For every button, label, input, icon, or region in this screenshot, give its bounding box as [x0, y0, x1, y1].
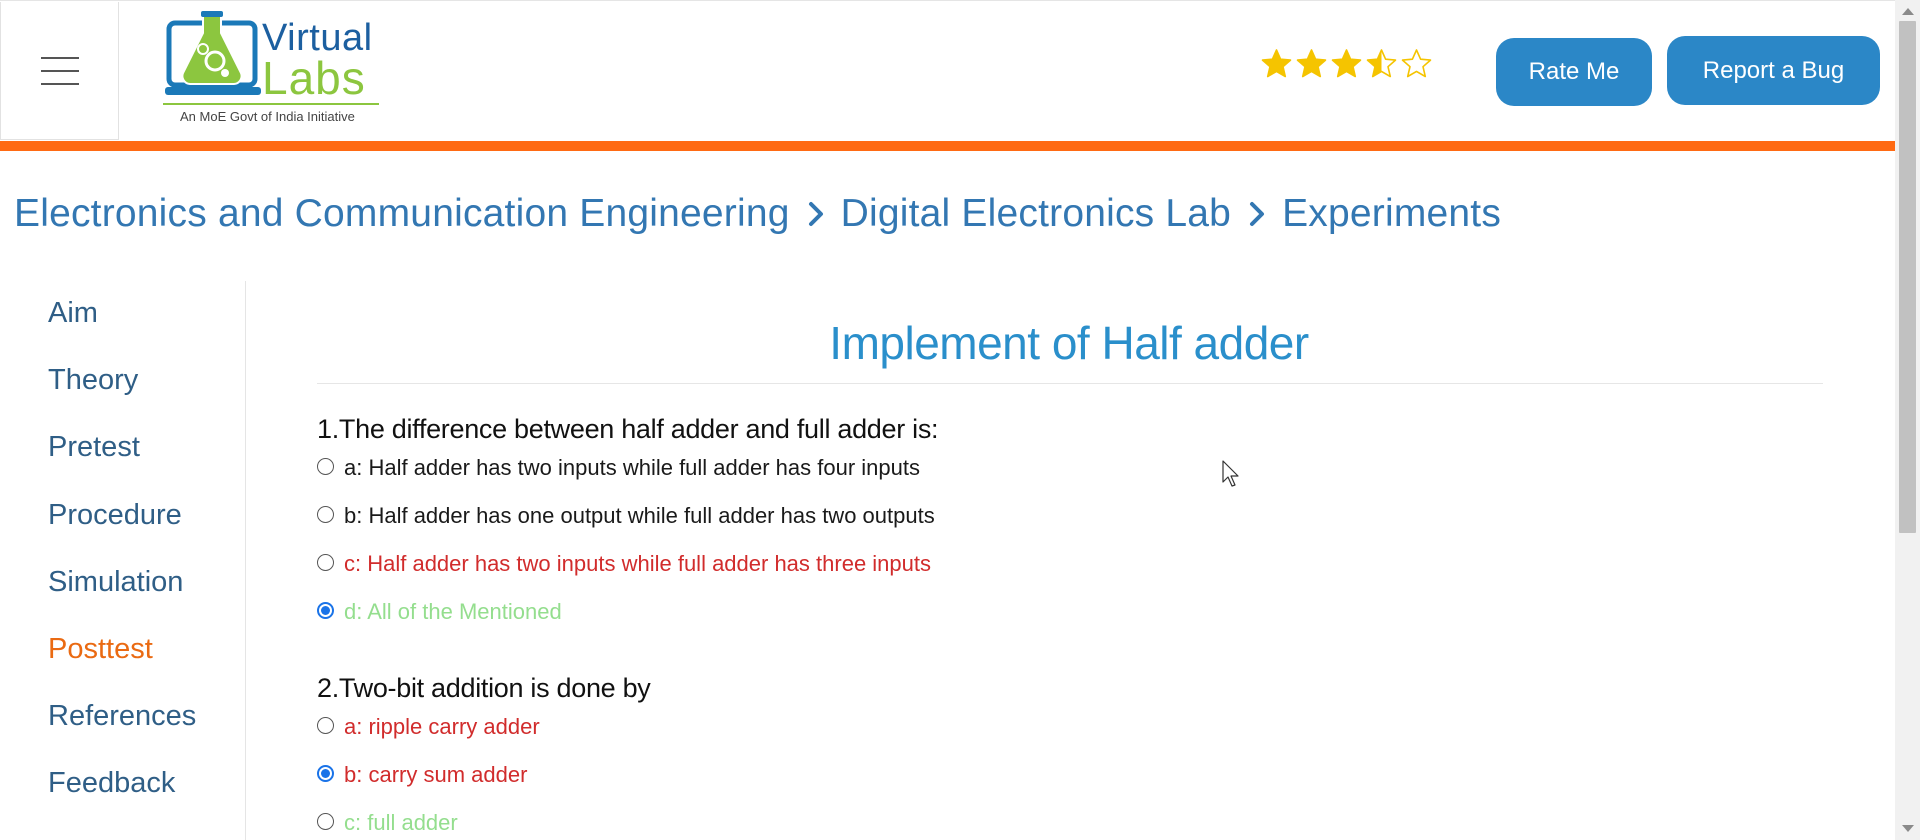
option-label: a: Half adder has two inputs while full … [344, 455, 920, 480]
sidebar-item-feedback[interactable]: Feedback [48, 767, 175, 800]
star-full-icon[interactable] [1295, 48, 1328, 81]
star-half-icon[interactable] [1365, 48, 1398, 81]
sidebar-item-procedure[interactable]: Procedure [48, 499, 182, 532]
page-title: Implement of Half adder [829, 317, 1309, 369]
sidebar-item-references[interactable]: References [48, 700, 196, 733]
radio-button[interactable] [317, 812, 334, 830]
scroll-up-arrow-icon[interactable] [1902, 8, 1914, 15]
logo-tagline: An MoE Govt of India Initiative [180, 109, 355, 124]
option-label: c: full adder [344, 810, 458, 835]
radio-button[interactable] [317, 716, 334, 734]
sidebar-item-posttest[interactable]: Posttest [48, 633, 153, 666]
star-full-icon[interactable] [1330, 48, 1363, 81]
radio-button[interactable] [317, 505, 334, 523]
sidebar-item-pretest[interactable]: Pretest [48, 431, 140, 464]
radio-button[interactable] [317, 553, 334, 571]
hamburger-icon [40, 56, 79, 85]
title-divider [317, 383, 1823, 384]
option-label: b: Half adder has one output while full … [344, 503, 935, 528]
page: Virtual Labs An MoE Govt of India Initia… [0, 0, 1920, 840]
chevron-right-icon [1250, 202, 1265, 226]
breadcrumb: Electronics and Communication Engineerin… [14, 192, 1501, 236]
star-rating[interactable] [1260, 48, 1433, 81]
question-2: 2.Two-bit addition is done by [317, 673, 651, 703]
radio-button[interactable] [317, 457, 334, 475]
header-accent-bar [0, 141, 1895, 151]
vertical-scrollbar[interactable] [1895, 0, 1920, 840]
option-label: a: ripple carry adder [344, 714, 540, 739]
breadcrumb-item-department[interactable]: Electronics and Communication Engineerin… [14, 192, 790, 236]
option-label: c: Half adder has two inputs while full … [344, 551, 931, 576]
breadcrumb-item-experiments[interactable]: Experiments [1282, 192, 1501, 236]
q1-option-a[interactable]: a: Half adder has two inputs while full … [317, 455, 920, 481]
q1-option-b[interactable]: b: Half adder has one output while full … [317, 503, 935, 529]
star-empty-icon[interactable] [1400, 48, 1433, 81]
radio-button-selected[interactable] [317, 764, 334, 782]
chevron-right-icon [808, 202, 823, 226]
sidebar-item-simulation[interactable]: Simulation [48, 566, 183, 599]
sidebar-item-aim[interactable]: Aim [48, 297, 98, 330]
option-label: b: carry sum adder [344, 762, 528, 787]
q2-option-c[interactable]: c: full adder [317, 810, 458, 836]
q1-option-d[interactable]: d: All of the Mentioned [317, 599, 562, 625]
logo-word-labs: Labs [262, 52, 366, 104]
sidebar-item-theory[interactable]: Theory [48, 364, 138, 397]
report-bug-button[interactable]: Report a Bug [1667, 36, 1880, 105]
star-full-icon[interactable] [1260, 48, 1293, 81]
scroll-thumb[interactable] [1899, 21, 1916, 533]
sidebar: Aim Theory Pretest Procedure Simulation … [0, 281, 246, 840]
q2-option-a[interactable]: a: ripple carry adder [317, 714, 540, 740]
mouse-cursor-icon [1222, 460, 1239, 487]
breadcrumb-item-lab[interactable]: Digital Electronics Lab [841, 192, 1231, 236]
header: Virtual Labs An MoE Govt of India Initia… [0, 0, 1895, 141]
rate-me-button[interactable]: Rate Me [1496, 38, 1652, 106]
q2-option-b[interactable]: b: carry sum adder [317, 762, 527, 788]
question-1: 1.The difference between half adder and … [317, 414, 939, 444]
radio-button-selected[interactable] [317, 601, 334, 619]
scroll-down-arrow-icon[interactable] [1902, 825, 1914, 832]
q1-option-c[interactable]: c: Half adder has two inputs while full … [317, 551, 931, 577]
option-label: d: All of the Mentioned [344, 599, 562, 624]
menu-button[interactable] [0, 2, 119, 140]
